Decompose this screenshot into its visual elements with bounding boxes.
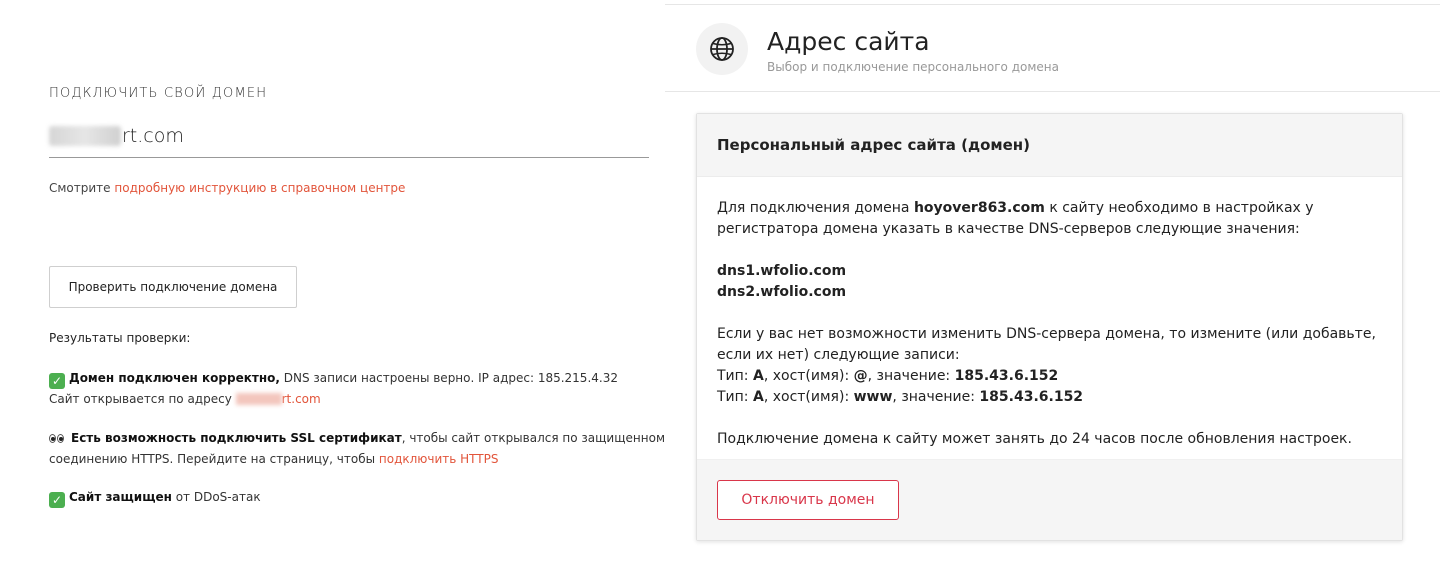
eyes-icon: [49, 429, 67, 449]
domain-connect-panel: ПОДКЛЮЧИТЬ СВОЙ ДОМЕН rt.com Смотрите по…: [0, 0, 680, 582]
dns-instructions-text: Для подключения домена: [717, 200, 914, 216]
result-ssl-line2: соединению HTTPS. Перейдите на страницу,…: [49, 452, 379, 466]
page-title: Адрес сайта: [767, 27, 930, 56]
help-hint-text: Смотрите: [49, 181, 115, 195]
domain-input-value: rt.com: [122, 124, 184, 147]
records-block: Если у вас нет возможности изменить DNS-…: [717, 324, 1382, 408]
site-url-link[interactable]: rt.com: [282, 392, 321, 406]
propagation-note: Подключение домена к сайту может занять …: [717, 431, 1352, 447]
record-row-2: Тип: A, хост(имя): www, значение: 185.43…: [717, 389, 1084, 405]
top-divider: [665, 4, 1440, 5]
card-header: Персональный адрес сайта (домен): [697, 114, 1402, 177]
dns-instructions: Для подключения домена hoyover863.com к …: [717, 198, 1382, 240]
results-label: Результаты проверки:: [49, 331, 191, 345]
result-ssl: Есть возможность подключить SSL сертифик…: [49, 428, 672, 469]
result-domain-ok: ✓ Домен подключен корректно, DNS записи н…: [49, 368, 618, 409]
result-ssl-text: , чтобы сайт открывался по защищенному: [401, 431, 673, 445]
site-address-panel: Адрес сайта Выбор и подключение персонал…: [665, 0, 1440, 582]
disconnect-domain-button[interactable]: Отключить домен: [717, 480, 899, 520]
dns-server-2: dns2.wfolio.com: [717, 284, 847, 300]
check-connection-button[interactable]: Проверить подключение домена: [49, 266, 297, 308]
domain-input[interactable]: rt.com: [49, 114, 649, 158]
target-domain: hoyover863.com: [913, 200, 1045, 216]
header-divider: [665, 91, 1440, 92]
domain-caption: ПОДКЛЮЧИТЬ СВОЙ ДОМЕН: [49, 86, 268, 101]
result-domain-ok-bold: Домен подключен корректно,: [69, 371, 280, 385]
card-body: Для подключения домена hoyover863.com к …: [697, 177, 1402, 450]
check-icon: ✓: [49, 492, 65, 508]
result-ddos: ✓ Сайт защищен от DDoS-атак: [49, 487, 261, 508]
dns-server-1: dns1.wfolio.com: [717, 263, 847, 279]
personal-domain-card: Персональный адрес сайта (домен) Для под…: [696, 113, 1403, 541]
record-row-1: Тип: A, хост(имя): @, значение: 185.43.6…: [717, 368, 1059, 384]
card-title: Персональный адрес сайта (домен): [717, 136, 1031, 154]
globe-icon: [696, 23, 748, 75]
dns-server-list: dns1.wfolio.com dns2.wfolio.com: [717, 261, 1382, 303]
blurred-domain-part: [49, 125, 121, 146]
connect-https-link[interactable]: подключить HTTPS: [379, 452, 499, 466]
card-footer: Отключить домен: [697, 459, 1402, 540]
check-icon: ✓: [49, 373, 65, 389]
blurred-url-part: [235, 393, 282, 405]
result-ssl-bold: Есть возможность подключить SSL сертифик…: [71, 431, 402, 445]
help-hint: Смотрите подробную инструкцию в справочн…: [49, 181, 405, 195]
help-center-link[interactable]: подробную инструкцию в справочном центре: [114, 181, 405, 195]
result-domain-ok-line2: Сайт открывается по адресу: [49, 392, 236, 406]
result-domain-ok-text: DNS записи настроены верно. IP адрес: 18…: [279, 371, 618, 385]
page-subtitle: Выбор и подключение персонального домена: [767, 60, 1059, 74]
records-instructions: Если у вас нет возможности изменить DNS-…: [717, 326, 1376, 363]
result-ddos-bold: Сайт защищен: [69, 490, 172, 504]
result-ddos-text: от DDoS-атак: [171, 490, 261, 504]
